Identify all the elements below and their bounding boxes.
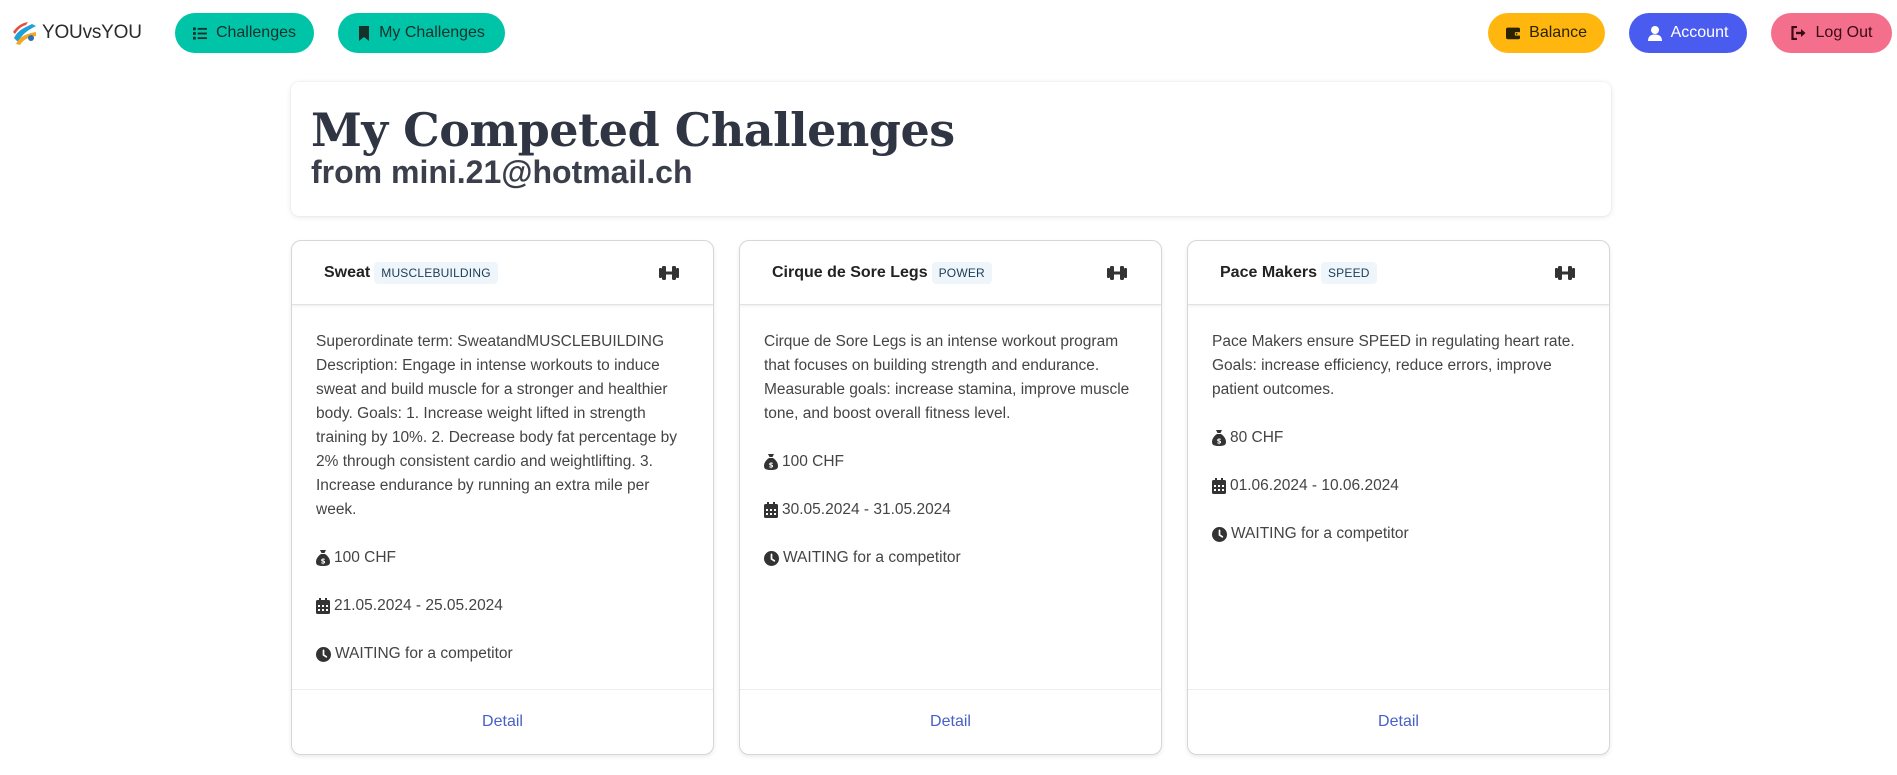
wallet-icon <box>1506 27 1521 40</box>
money-bag-icon: $ <box>764 454 778 470</box>
card-status-text: WAITING for a competitor <box>783 549 961 566</box>
list-icon <box>193 26 207 40</box>
navbar: YOUvsYOU Challenges My Challenges Balanc… <box>0 0 1897 66</box>
detail-link[interactable]: Detail <box>930 713 971 731</box>
card-content: Cirque de Sore Legs is an intense workou… <box>740 305 1161 570</box>
card-footer: Detail <box>740 689 1161 754</box>
page-title: My Competed Challenges <box>311 103 955 157</box>
card-status: WAITING for a competitor <box>316 642 689 666</box>
money-bag-icon: $ <box>316 550 330 566</box>
card-tag: POWER <box>931 261 992 284</box>
detail-link[interactable]: Detail <box>1378 713 1419 731</box>
card-description: Pace Makers ensure SPEED in regulating h… <box>1212 333 1575 398</box>
calendar-icon <box>1212 478 1226 494</box>
card-amount: $ 80 CHF <box>1212 426 1585 450</box>
my-challenges-button[interactable]: My Challenges <box>338 13 505 53</box>
brand-name: YOUvsYOU <box>42 22 142 43</box>
balance-button-label: Balance <box>1529 24 1587 41</box>
page-subtitle: from mini.21@hotmail.ch <box>311 154 693 190</box>
card-header: Cirque de Sore Legs POWER <box>740 241 1161 305</box>
clock-icon <box>316 646 331 662</box>
clock-icon <box>764 550 779 566</box>
card-amount: $ 100 CHF <box>764 450 1137 474</box>
card-tag: MUSCLEBUILDING <box>374 261 498 284</box>
brand-logo-icon <box>12 20 38 46</box>
challenge-card: Pace Makers SPEED Pace Makers ensure SPE… <box>1187 240 1610 755</box>
brand-logo-link[interactable]: YOUvsYOU <box>12 17 142 49</box>
svg-text:$: $ <box>321 558 326 566</box>
svg-text:$: $ <box>769 462 774 470</box>
card-amount-text: 80 CHF <box>1230 429 1284 446</box>
dumbbell-icon[interactable] <box>1554 264 1576 282</box>
card-description: Cirque de Sore Legs is an intense workou… <box>764 333 1130 422</box>
card-dates: 30.05.2024 - 31.05.2024 <box>764 498 1137 522</box>
user-icon <box>1647 25 1662 41</box>
my-challenges-button-label: My Challenges <box>379 24 485 41</box>
svg-text:$: $ <box>1217 438 1222 446</box>
card-footer: Detail <box>1188 689 1609 754</box>
challenges-button-label: Challenges <box>215 24 296 41</box>
card-header: Sweat MUSCLEBUILDING <box>292 241 713 305</box>
money-bag-icon: $ <box>1212 430 1226 446</box>
card-tag: SPEED <box>1320 261 1377 284</box>
card-dates-text: 01.06.2024 - 10.06.2024 <box>1230 477 1399 494</box>
dumbbell-icon[interactable] <box>658 264 680 282</box>
page-header: My Competed Challenges from mini.21@hotm… <box>291 82 1611 216</box>
account-button-label: Account <box>1670 24 1729 41</box>
card-description: Superordinate term: SweatandMUSCLEBUILDI… <box>316 333 678 518</box>
logout-button-label: Log Out <box>1815 24 1873 41</box>
account-button[interactable]: Account <box>1629 13 1747 53</box>
card-footer: Detail <box>292 689 713 754</box>
detail-link[interactable]: Detail <box>482 713 523 731</box>
card-title: Sweat <box>324 263 371 281</box>
card-content: Superordinate term: SweatandMUSCLEBUILDI… <box>292 305 713 666</box>
card-title: Pace Makers <box>1220 263 1317 281</box>
card-status-text: WAITING for a competitor <box>335 645 513 662</box>
logout-button[interactable]: Log Out <box>1771 13 1892 53</box>
card-amount: $ 100 CHF <box>316 546 689 570</box>
calendar-icon <box>316 598 330 614</box>
challenge-card: Sweat MUSCLEBUILDING Superordinate term:… <box>291 240 714 755</box>
card-amount-text: 100 CHF <box>782 453 845 470</box>
card-amount-text: 100 CHF <box>334 549 397 566</box>
card-title: Cirque de Sore Legs <box>772 263 928 281</box>
card-header: Pace Makers SPEED <box>1188 241 1609 305</box>
dumbbell-icon[interactable] <box>1106 264 1128 282</box>
card-status: WAITING for a competitor <box>1212 522 1585 546</box>
card-status-text: WAITING for a competitor <box>1231 525 1409 542</box>
card-dates: 21.05.2024 - 25.05.2024 <box>316 594 689 618</box>
card-status: WAITING for a competitor <box>764 546 1137 570</box>
card-dates-text: 21.05.2024 - 25.05.2024 <box>334 597 503 614</box>
challenge-card: Cirque de Sore Legs POWER Cirque de Sore… <box>739 240 1162 755</box>
challenges-button[interactable]: Challenges <box>175 13 314 53</box>
card-dates-text: 30.05.2024 - 31.05.2024 <box>782 501 951 518</box>
bookmark-icon <box>359 25 370 41</box>
sign-out-icon <box>1790 26 1806 40</box>
calendar-icon <box>764 502 778 518</box>
card-content: Pace Makers ensure SPEED in regulating h… <box>1188 305 1609 546</box>
clock-icon <box>1212 526 1227 542</box>
card-dates: 01.06.2024 - 10.06.2024 <box>1212 474 1585 498</box>
balance-button[interactable]: Balance <box>1488 13 1605 53</box>
